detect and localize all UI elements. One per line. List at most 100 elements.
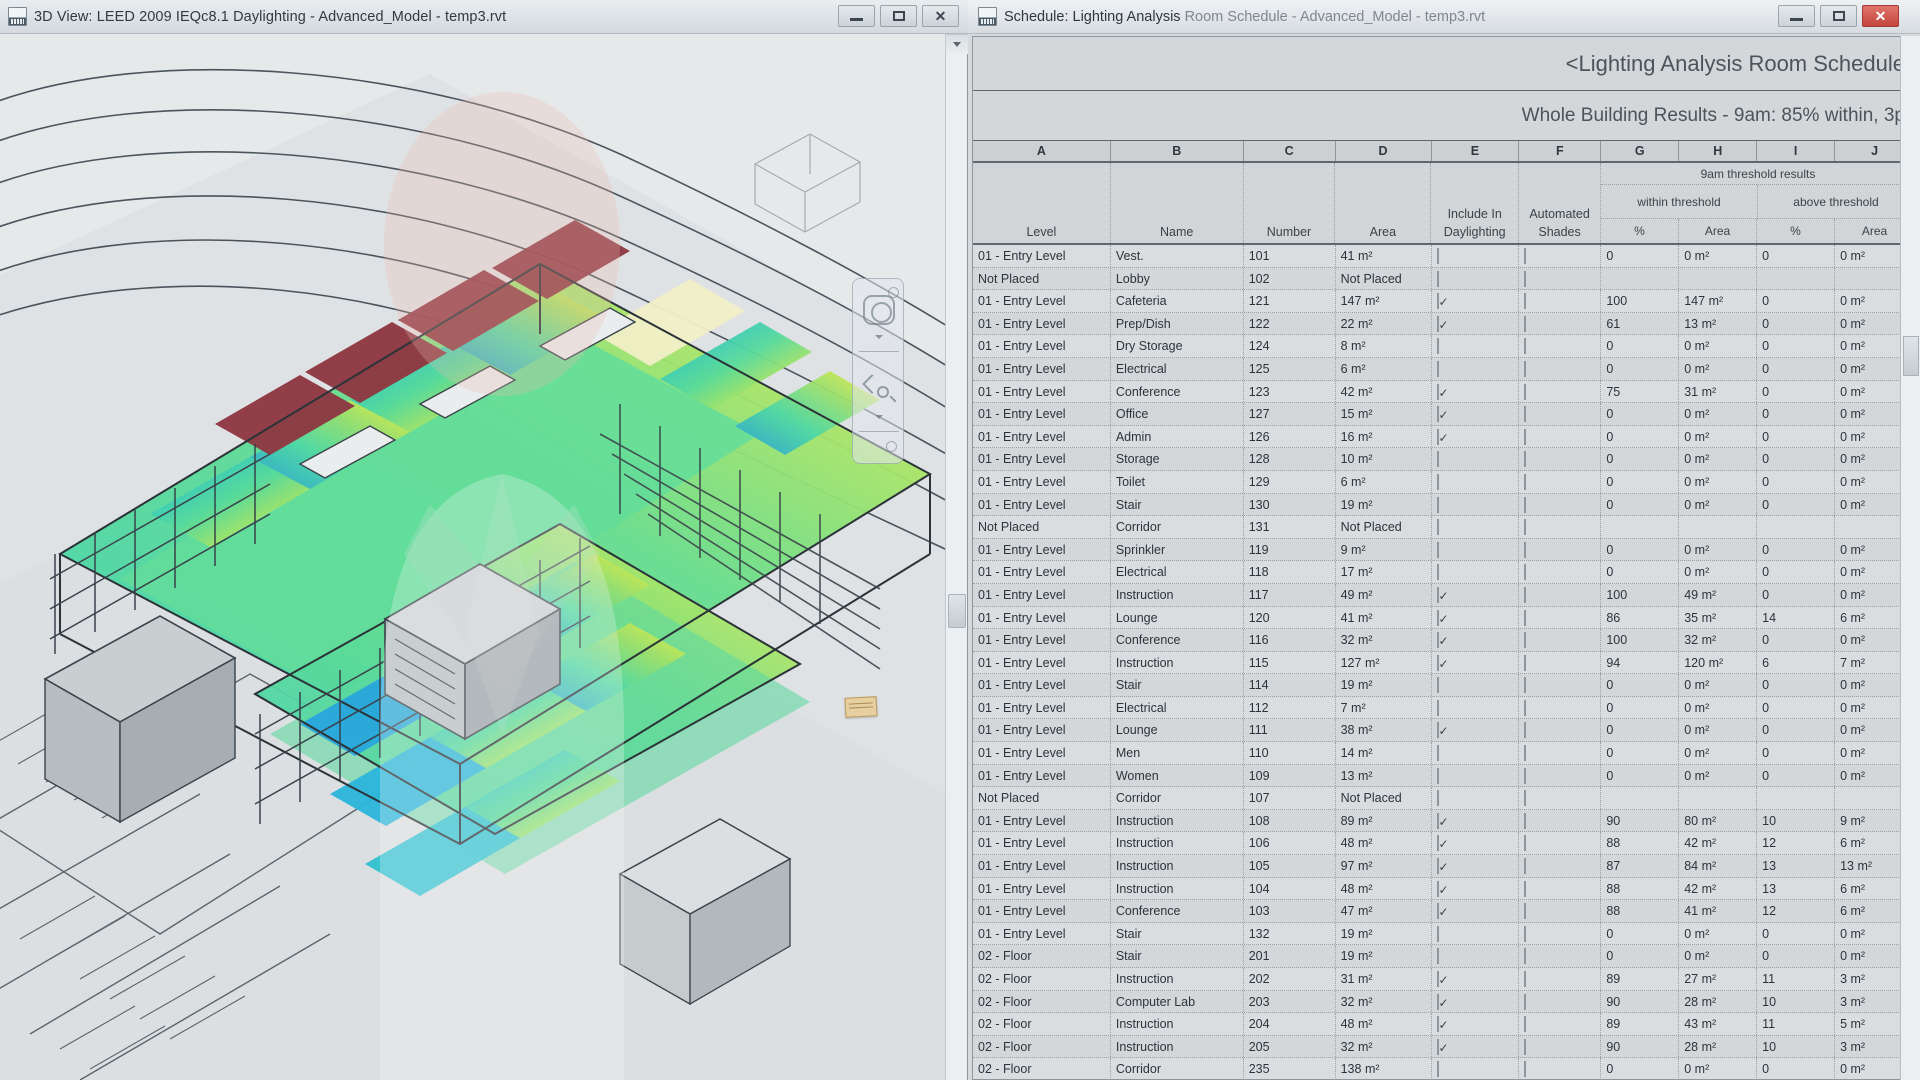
- cell-number[interactable]: 124: [1244, 335, 1336, 357]
- cell-level[interactable]: Not Placed: [973, 516, 1111, 538]
- cell-above_pct[interactable]: 13: [1757, 855, 1835, 877]
- cell-number[interactable]: 122: [1244, 313, 1336, 335]
- cell-number[interactable]: 125: [1244, 358, 1336, 380]
- cell-within_area[interactable]: 43 m²: [1679, 1013, 1757, 1035]
- cell-include-checkbox[interactable]: [1432, 494, 1520, 516]
- cell-area[interactable]: 41 m²: [1336, 245, 1432, 267]
- schedule-vertical-scrollbar[interactable]: [1900, 36, 1920, 1080]
- cell-number[interactable]: 203: [1244, 991, 1336, 1013]
- cell-within_pct[interactable]: 0: [1601, 358, 1679, 380]
- cell-within_pct[interactable]: 89: [1601, 968, 1679, 990]
- table-row[interactable]: 01 - Entry LevelCafeteria121147 m²100147…: [973, 290, 1915, 313]
- cell-number[interactable]: 129: [1244, 471, 1336, 493]
- cell-above_pct[interactable]: 0: [1757, 629, 1835, 651]
- cell-number[interactable]: 201: [1244, 945, 1336, 967]
- cell-within_pct[interactable]: 87: [1601, 855, 1679, 877]
- cell-within_area[interactable]: 0 m²: [1679, 697, 1757, 719]
- cell-shades-checkbox[interactable]: [1519, 471, 1601, 493]
- cell-name[interactable]: Electrical: [1111, 697, 1244, 719]
- column-letter-h[interactable]: H: [1679, 141, 1757, 161]
- cell-name[interactable]: Computer Lab: [1111, 991, 1244, 1013]
- cell-area[interactable]: 147 m²: [1336, 290, 1432, 312]
- cell-within_area[interactable]: 0 m²: [1679, 719, 1757, 741]
- cell-shades-checkbox[interactable]: [1519, 335, 1601, 357]
- cell-level[interactable]: 01 - Entry Level: [973, 652, 1111, 674]
- cell-above_pct[interactable]: 0: [1757, 674, 1835, 696]
- cell-shades-checkbox[interactable]: [1519, 381, 1601, 403]
- cell-name[interactable]: Instruction: [1111, 878, 1244, 900]
- table-row[interactable]: 01 - Entry LevelLounge12041 m²8635 m²146…: [973, 607, 1915, 630]
- cell-name[interactable]: Lobby: [1111, 268, 1244, 290]
- cell-level[interactable]: 01 - Entry Level: [973, 765, 1111, 787]
- cell-shades-checkbox[interactable]: [1519, 968, 1601, 990]
- checkbox-unchecked-icon[interactable]: [1524, 655, 1526, 671]
- checkbox-unchecked-icon[interactable]: [1437, 361, 1439, 377]
- cell-name[interactable]: Stair: [1111, 923, 1244, 945]
- checkbox-unchecked-icon[interactable]: [1437, 948, 1439, 964]
- cell-name[interactable]: Electrical: [1111, 561, 1244, 583]
- cell-name[interactable]: Instruction: [1111, 1013, 1244, 1035]
- cell-include-checkbox[interactable]: [1432, 448, 1520, 470]
- checkbox-unchecked-icon[interactable]: [1524, 610, 1526, 626]
- cell-within_pct[interactable]: 86: [1601, 607, 1679, 629]
- cell-above_pct[interactable]: 0: [1757, 923, 1835, 945]
- checkbox-checked-icon[interactable]: [1437, 813, 1439, 829]
- cell-above_pct[interactable]: 0: [1757, 290, 1835, 312]
- table-row[interactable]: 01 - Entry LevelInstruction115127 m²9412…: [973, 652, 1915, 675]
- cell-within_pct[interactable]: 100: [1601, 584, 1679, 606]
- cell-area[interactable]: Not Placed: [1336, 516, 1432, 538]
- cell-level[interactable]: 01 - Entry Level: [973, 448, 1111, 470]
- cell-name[interactable]: Stair: [1111, 674, 1244, 696]
- cell-shades-checkbox[interactable]: [1519, 629, 1601, 651]
- cell-name[interactable]: Dry Storage: [1111, 335, 1244, 357]
- cell-above_pct[interactable]: 0: [1757, 584, 1835, 606]
- column-letter-g[interactable]: G: [1601, 141, 1679, 161]
- checkbox-checked-icon[interactable]: [1437, 632, 1439, 648]
- checkbox-unchecked-icon[interactable]: [1524, 497, 1526, 513]
- cell-level[interactable]: 01 - Entry Level: [973, 471, 1111, 493]
- checkbox-unchecked-icon[interactable]: [1524, 542, 1526, 558]
- checkbox-unchecked-icon[interactable]: [1524, 587, 1526, 603]
- cell-within_area[interactable]: 41 m²: [1679, 900, 1757, 922]
- cell-above_pct[interactable]: 0: [1757, 494, 1835, 516]
- table-row[interactable]: 01 - Entry LevelInstruction10889 m²9080 …: [973, 810, 1915, 833]
- checkbox-unchecked-icon[interactable]: [1524, 700, 1526, 716]
- cell-within_pct[interactable]: 90: [1601, 810, 1679, 832]
- cell-shades-checkbox[interactable]: [1519, 855, 1601, 877]
- cell-shades-checkbox[interactable]: [1519, 765, 1601, 787]
- cell-shades-checkbox[interactable]: [1519, 810, 1601, 832]
- cell-number[interactable]: 127: [1244, 403, 1336, 425]
- schedule-minimize-button[interactable]: [1778, 5, 1815, 27]
- cell-name[interactable]: Stair: [1111, 945, 1244, 967]
- column-letter-d[interactable]: D: [1336, 141, 1432, 161]
- cell-above_pct[interactable]: 12: [1757, 832, 1835, 854]
- checkbox-unchecked-icon[interactable]: [1524, 1016, 1526, 1032]
- checkbox-unchecked-icon[interactable]: [1524, 745, 1526, 761]
- checkbox-unchecked-icon[interactable]: [1524, 677, 1526, 693]
- table-row[interactable]: 01 - Entry LevelConference10347 m²8841 m…: [973, 900, 1915, 923]
- cell-name[interactable]: Lounge: [1111, 607, 1244, 629]
- column-letter-c[interactable]: C: [1244, 141, 1336, 161]
- cell-number[interactable]: 119: [1244, 539, 1336, 561]
- cell-name[interactable]: Cafeteria: [1111, 290, 1244, 312]
- cell-area[interactable]: 32 m²: [1336, 1036, 1432, 1058]
- cell-area[interactable]: 19 m²: [1336, 674, 1432, 696]
- zoom-tool-icon[interactable]: [865, 375, 893, 403]
- cell-number[interactable]: 111: [1244, 719, 1336, 741]
- view3d-maximize-button[interactable]: [880, 5, 917, 27]
- cell-within_area[interactable]: 0 m²: [1679, 335, 1757, 357]
- table-row[interactable]: 01 - Entry LevelStair13019 m²00 m²00 m²: [973, 494, 1915, 517]
- cell-name[interactable]: Corridor: [1111, 787, 1244, 809]
- checkbox-unchecked-icon[interactable]: [1524, 429, 1526, 445]
- cell-above_pct[interactable]: 0: [1757, 403, 1835, 425]
- cell-area[interactable]: 9 m²: [1336, 539, 1432, 561]
- cell-within_pct[interactable]: 0: [1601, 471, 1679, 493]
- table-row[interactable]: 01 - Entry LevelLounge11138 m²00 m²00 m²: [973, 719, 1915, 742]
- cell-above_pct[interactable]: 0: [1757, 313, 1835, 335]
- view3d-close-button[interactable]: ✕: [922, 5, 959, 27]
- cell-above_pct[interactable]: 0: [1757, 381, 1835, 403]
- checkbox-checked-icon[interactable]: [1437, 881, 1439, 897]
- schedule-maximize-button[interactable]: [1820, 5, 1857, 27]
- checkbox-checked-icon[interactable]: [1437, 835, 1439, 851]
- cell-level[interactable]: 01 - Entry Level: [973, 358, 1111, 380]
